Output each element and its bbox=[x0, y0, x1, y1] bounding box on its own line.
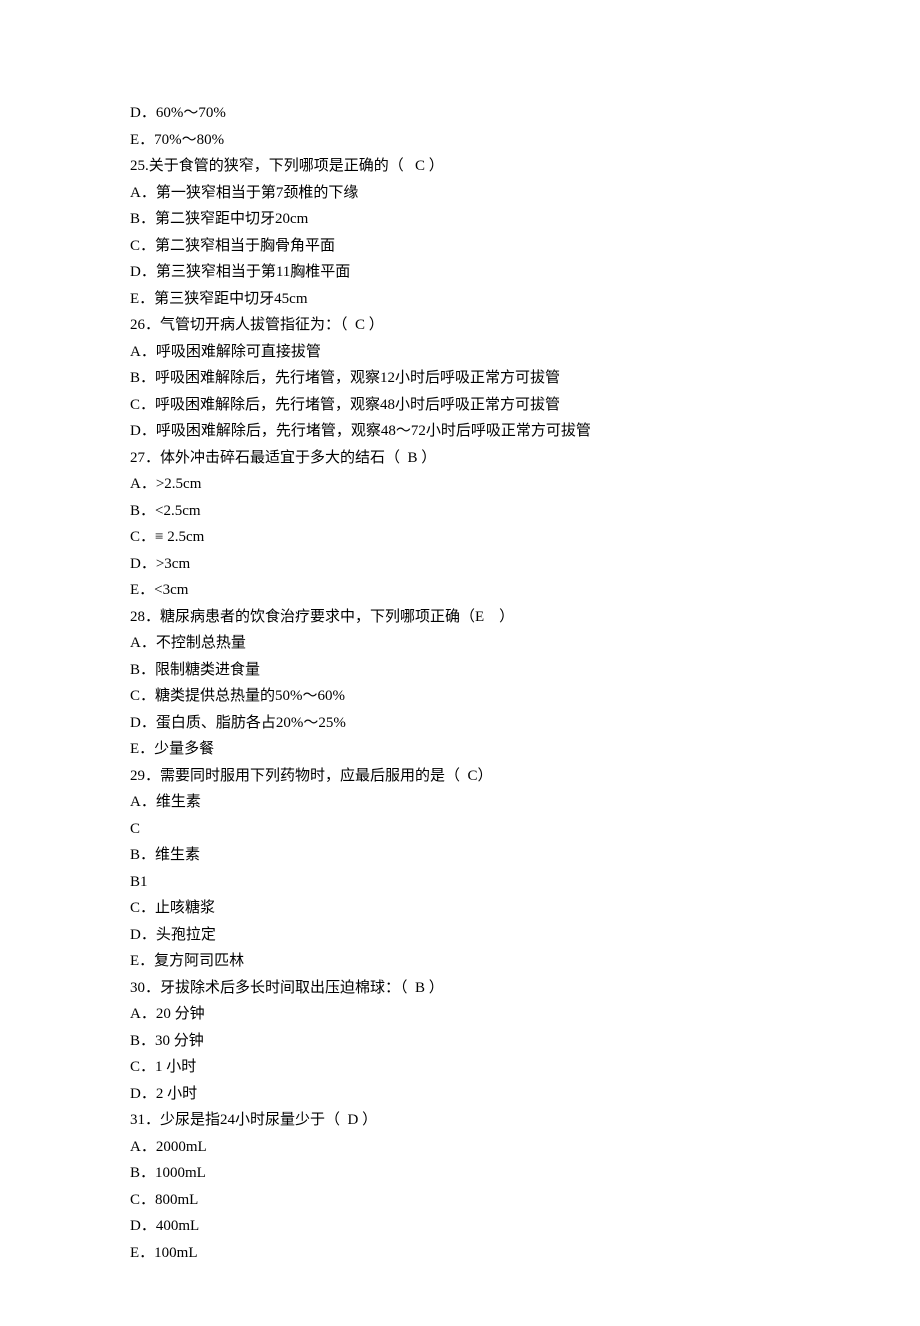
question-26: 26．气管切开病人拔管指征为：（ C ） bbox=[130, 312, 800, 339]
option-c: C．≡ 2.5cm bbox=[130, 524, 800, 551]
option-c: C．糖类提供总热量的50%〜60% bbox=[130, 683, 800, 710]
option-c: C．800mL bbox=[130, 1187, 800, 1214]
option-d: D．400mL bbox=[130, 1213, 800, 1240]
option-d: D．头孢拉定 bbox=[130, 922, 800, 949]
document-page: D．60%〜70% E．70%〜80% 25.关于食管的狭窄，下列哪项是正确的（… bbox=[0, 0, 920, 1326]
option-b: B．<2.5cm bbox=[130, 498, 800, 525]
question-25: 25.关于食管的狭窄，下列哪项是正确的（ C ） bbox=[130, 153, 800, 180]
text-line: C bbox=[130, 816, 800, 843]
option-b: B．第二狭窄距中切牙20cm bbox=[130, 206, 800, 233]
option-b: B．维生素 bbox=[130, 842, 800, 869]
option-a: A．第一狭窄相当于第7颈椎的下缘 bbox=[130, 180, 800, 207]
question-31: 31．少尿是指24小时尿量少于（ D ） bbox=[130, 1107, 800, 1134]
question-30: 30．牙拔除术后多长时间取出压迫棉球：（ B ） bbox=[130, 975, 800, 1002]
option-b: B．呼吸困难解除后，先行堵管，观察12小时后呼吸正常方可拔管 bbox=[130, 365, 800, 392]
option-b: B．30 分钟 bbox=[130, 1028, 800, 1055]
text-line: E．70%〜80% bbox=[130, 127, 800, 154]
option-a: A．2000mL bbox=[130, 1134, 800, 1161]
option-d: D．2 小时 bbox=[130, 1081, 800, 1108]
option-c: C．第二狭窄相当于胸骨角平面 bbox=[130, 233, 800, 260]
option-a: A．不控制总热量 bbox=[130, 630, 800, 657]
option-c: C．1 小时 bbox=[130, 1054, 800, 1081]
option-d: D．呼吸困难解除后，先行堵管，观察48〜72小时后呼吸正常方可拔管 bbox=[130, 418, 800, 445]
option-d: D．第三狭窄相当于第11胸椎平面 bbox=[130, 259, 800, 286]
option-e: E．<3cm bbox=[130, 577, 800, 604]
option-e: E．第三狭窄距中切牙45cm bbox=[130, 286, 800, 313]
option-a: A．维生素 bbox=[130, 789, 800, 816]
option-b: B．限制糖类进食量 bbox=[130, 657, 800, 684]
option-e: E．少量多餐 bbox=[130, 736, 800, 763]
text-line: D．60%〜70% bbox=[130, 100, 800, 127]
question-29: 29．需要同时服用下列药物时，应最后服用的是（ C） bbox=[130, 763, 800, 790]
option-a: A．呼吸困难解除可直接拔管 bbox=[130, 339, 800, 366]
question-28: 28．糖尿病患者的饮食治疗要求中，下列哪项正确（E ） bbox=[130, 604, 800, 631]
option-e: E．复方阿司匹林 bbox=[130, 948, 800, 975]
option-d: D．>3cm bbox=[130, 551, 800, 578]
option-e: E．100mL bbox=[130, 1240, 800, 1267]
option-b: B．1000mL bbox=[130, 1160, 800, 1187]
option-a: A．20 分钟 bbox=[130, 1001, 800, 1028]
option-d: D．蛋白质、脂肪各占20%〜25% bbox=[130, 710, 800, 737]
option-a: A．>2.5cm bbox=[130, 471, 800, 498]
text-line: B1 bbox=[130, 869, 800, 896]
option-c: C．呼吸困难解除后，先行堵管，观察48小时后呼吸正常方可拔管 bbox=[130, 392, 800, 419]
question-27: 27．体外冲击碎石最适宜于多大的结石（ B ） bbox=[130, 445, 800, 472]
option-c: C．止咳糖浆 bbox=[130, 895, 800, 922]
